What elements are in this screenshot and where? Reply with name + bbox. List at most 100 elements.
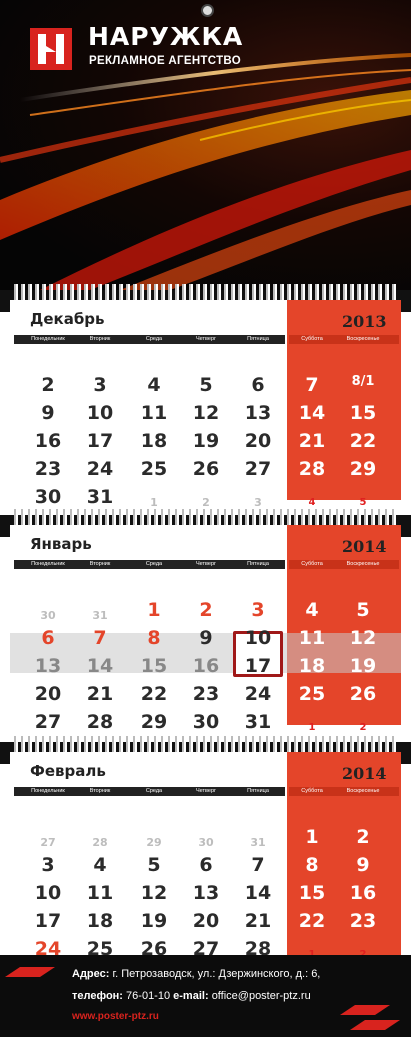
day-cell[interactable]: 4 [134,374,174,396]
day-cell[interactable]: 6 [238,374,278,396]
day-cell[interactable]: 21 [292,430,332,452]
day-cell[interactable]: 31 [80,486,120,508]
day-cell[interactable]: 26 [186,458,226,480]
day-cell[interactable]: 3 [80,374,120,396]
day-cell[interactable]: 1 [134,599,174,621]
day-cell[interactable]: 4 [292,599,332,621]
weekday-label: Четверг [195,336,217,342]
day-cell[interactable]: 14 [292,402,332,424]
day-cell[interactable]: 29 [134,832,174,854]
day-cell[interactable]: 29 [343,458,383,480]
day-cell[interactable]: 22 [292,910,332,932]
day-cell[interactable]: 3 [238,599,278,621]
day-cell[interactable]: 21 [238,910,278,932]
day-cell[interactable]: 31 [80,605,120,627]
day-cell[interactable]: 21 [80,683,120,705]
day-cell[interactable]: 13 [28,655,68,677]
day-cell[interactable]: 8 [292,854,332,876]
day-cell[interactable]: 12 [343,627,383,649]
day-cell[interactable]: 20 [28,683,68,705]
day-cell[interactable]: 22 [134,683,174,705]
email-value[interactable]: office@poster-ptz.ru [212,990,311,1002]
day-cell[interactable]: 28 [292,458,332,480]
phone-value: 76-01-10 [126,990,171,1002]
day-cell[interactable]: 23 [343,910,383,932]
day-cell[interactable]: 24 [80,458,120,480]
day-cell[interactable]: 7 [292,374,332,396]
day-cell[interactable]: 9 [343,854,383,876]
day-cell[interactable]: 19 [134,910,174,932]
day-cell[interactable]: 19 [343,655,383,677]
day-cell[interactable]: 9 [186,627,226,649]
day-cell[interactable]: 30 [28,486,68,508]
day-cell[interactable]: 30 [28,605,68,627]
day-cell[interactable]: 7 [80,627,120,649]
day-cell[interactable]: 16 [186,655,226,677]
day-cell[interactable]: 5 [186,374,226,396]
day-cell[interactable]: 17 [238,655,278,677]
day-cell[interactable]: 19 [186,430,226,452]
day-cell[interactable]: 5 [343,599,383,621]
day-cell[interactable]: 26 [343,683,383,705]
day-cell[interactable]: 3 [28,854,68,876]
month-title: Январь [30,535,92,553]
day-cell[interactable]: 23 [186,683,226,705]
day-cell[interactable]: 2 [28,374,68,396]
month-title: Декабрь [30,310,105,328]
day-cell[interactable]: 7 [238,854,278,876]
day-cell[interactable]: 5 [134,854,174,876]
website-link[interactable]: www.poster-ptz.ru [72,1011,159,1022]
day-cell[interactable]: 30 [186,832,226,854]
day-cell[interactable]: 4 [80,854,120,876]
day-cell[interactable]: 16 [28,430,68,452]
day-cell[interactable]: 14 [80,655,120,677]
day-cell[interactable]: 27 [28,711,68,733]
day-cell[interactable]: 13 [238,402,278,424]
day-cell[interactable]: 12 [186,402,226,424]
day-cell[interactable]: 15 [134,655,174,677]
day-cell[interactable]: 11 [80,882,120,904]
day-cell[interactable]: 23 [28,458,68,480]
day-cell[interactable]: 24 [238,683,278,705]
weekday-label: Среда [145,788,163,794]
day-cell[interactable]: 6 [186,854,226,876]
day-cell[interactable]: 27 [28,832,68,854]
weekday-label: Пятница [247,788,269,794]
day-cell[interactable]: 31 [238,832,278,854]
day-cell[interactable]: 17 [80,430,120,452]
day-cell[interactable]: 15 [343,402,383,424]
day-cell[interactable]: 25 [292,683,332,705]
day-cell[interactable]: 17 [28,910,68,932]
day-cell[interactable]: 18 [134,430,174,452]
day-cell[interactable]: 22 [343,430,383,452]
day-cell[interactable]: 9 [28,402,68,424]
day-cell[interactable]: 10 [238,627,278,649]
day-cell[interactable]: 31 [238,711,278,733]
day-cell[interactable]: 10 [80,402,120,424]
day-cell[interactable]: 28 [80,711,120,733]
day-cell[interactable]: 28 [80,832,120,854]
day-cell[interactable]: 20 [238,430,278,452]
day-cell[interactable]: 30 [186,711,226,733]
day-cell[interactable]: 25 [134,458,174,480]
day-cell[interactable]: 12 [134,882,174,904]
day-cell[interactable]: 11 [292,627,332,649]
day-cell[interactable]: 11 [134,402,174,424]
day-cell[interactable]: 16 [343,882,383,904]
day-cell[interactable]: 8 [134,627,174,649]
day-cell[interactable]: 10 [28,882,68,904]
day-cell[interactable]: 18 [80,910,120,932]
day-cell[interactable]: 18 [292,655,332,677]
day-cell[interactable]: 27 [238,458,278,480]
day-cell[interactable]: 20 [186,910,226,932]
day-cell[interactable]: 8/1 [343,371,383,393]
day-cell[interactable]: 2 [343,826,383,848]
day-cell[interactable]: 15 [292,882,332,904]
day-cell[interactable]: 6 [28,627,68,649]
day-cell[interactable]: 29 [134,711,174,733]
day-cell[interactable]: 14 [238,882,278,904]
weekday-label: Четверг [195,788,217,794]
day-cell[interactable]: 1 [292,826,332,848]
day-cell[interactable]: 13 [186,882,226,904]
day-cell[interactable]: 2 [186,599,226,621]
